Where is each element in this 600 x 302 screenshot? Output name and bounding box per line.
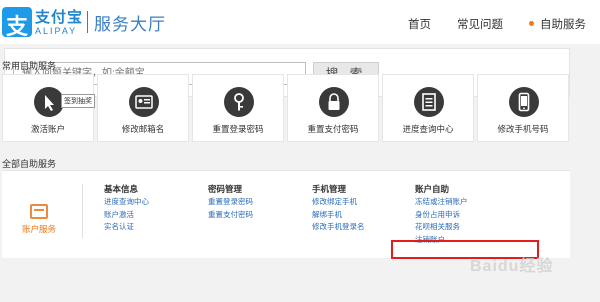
- header: 支 支付宝 ALIPAY 服务大厅 首页 常见问题 自助服务: [0, 0, 600, 44]
- logo-text: 支付宝 ALIPAY: [35, 9, 83, 36]
- account-card-icon: [30, 204, 48, 219]
- link-account-activate[interactable]: 账户激活: [104, 209, 149, 222]
- column-basic-info: 基本信息 进度查询中心 账户激活 实名认证: [104, 183, 149, 234]
- card-label: 重置支付密码: [307, 124, 359, 134]
- card-activate-account[interactable]: 签到抽奖 激活账户: [2, 74, 95, 142]
- column-title: 账户自助: [415, 184, 450, 194]
- link-modify-bound-mobile[interactable]: 修改绑定手机: [312, 196, 365, 209]
- key-icon: [224, 87, 254, 117]
- logo-brand-latin: ALIPAY: [35, 25, 78, 36]
- card-label: 激活账户: [30, 124, 65, 134]
- divider: [82, 184, 83, 238]
- nav-home[interactable]: 首页: [408, 16, 431, 32]
- card-modify-email[interactable]: 修改邮箱名: [97, 74, 189, 142]
- link-real-name-auth[interactable]: 实名认证: [104, 221, 149, 234]
- column-account-self-service: 账户自助 冻结或注销账户 身份占用申诉 花呗相关服务 注销账户: [415, 183, 468, 246]
- top-nav: 首页 常见问题 自助服务: [382, 16, 586, 32]
- link-reset-payment-password[interactable]: 重置支付密码: [208, 209, 253, 222]
- link-unbind-mobile[interactable]: 解绑手机: [312, 209, 365, 222]
- card-label: 重置登录密码: [212, 124, 264, 134]
- nav-self-service-label: 自助服务: [540, 19, 586, 31]
- tooltip: 签到抽奖: [61, 94, 95, 108]
- link-progress-query[interactable]: 进度查询中心: [104, 196, 149, 209]
- column-title: 密码管理: [208, 184, 243, 194]
- lock-icon: [319, 87, 349, 117]
- nav-faq[interactable]: 常见问题: [457, 16, 503, 32]
- all-services-title: 全部自助服务: [2, 159, 57, 169]
- column-password-management: 密码管理 重置登录密码 重置支付密码: [208, 183, 253, 221]
- column-title: 手机管理: [312, 184, 347, 194]
- card-label: 修改手机号码: [497, 124, 549, 134]
- link-identity-occupation-appeal[interactable]: 身份占用申诉: [415, 209, 468, 222]
- alipay-logo-icon: 支: [2, 7, 32, 39]
- active-dot-icon: [529, 21, 534, 27]
- service-hall-title: 服务大厅: [94, 14, 167, 34]
- card-progress-query[interactable]: 进度查询中心: [382, 74, 474, 142]
- card-modify-mobile[interactable]: 修改手机号码: [477, 74, 569, 142]
- link-freeze-or-cancel-account[interactable]: 冻结或注销账户: [415, 196, 468, 209]
- column-title: 基本信息: [104, 184, 139, 194]
- card-reset-payment-password[interactable]: 重置支付密码: [287, 74, 379, 142]
- nav-self-service[interactable]: 自助服务: [529, 16, 586, 32]
- id-card-icon: [129, 87, 159, 117]
- card-label: 进度查询中心: [402, 124, 454, 134]
- logo-divider: [87, 11, 89, 33]
- account-service-label[interactable]: 账户服务: [22, 223, 56, 235]
- link-huabei-services[interactable]: 花呗相关服务: [415, 221, 468, 234]
- mobile-icon: [509, 87, 539, 117]
- common-services-title: 常用自助服务: [2, 61, 57, 71]
- cursor-icon: [34, 87, 64, 117]
- column-mobile-management: 手机管理 修改绑定手机 解绑手机 修改手机登录名: [312, 183, 365, 234]
- card-reset-login-password[interactable]: 重置登录密码: [192, 74, 284, 142]
- card-label: 修改邮箱名: [121, 124, 165, 134]
- link-modify-mobile-login[interactable]: 修改手机登录名: [312, 221, 365, 234]
- link-reset-login-password[interactable]: 重置登录密码: [208, 196, 253, 209]
- logo-brand-name: 支付宝: [35, 8, 84, 26]
- common-services-cards: 签到抽奖 激活账户 修改邮箱名 重置登录密码 重置支付密码 进度查询中心 修改手…: [0, 74, 600, 142]
- document-icon: [414, 87, 444, 117]
- watermark: Baidu经验: [470, 258, 554, 275]
- alipay-logo[interactable]: 支 支付宝 ALIPAY 服务大厅: [2, 7, 167, 39]
